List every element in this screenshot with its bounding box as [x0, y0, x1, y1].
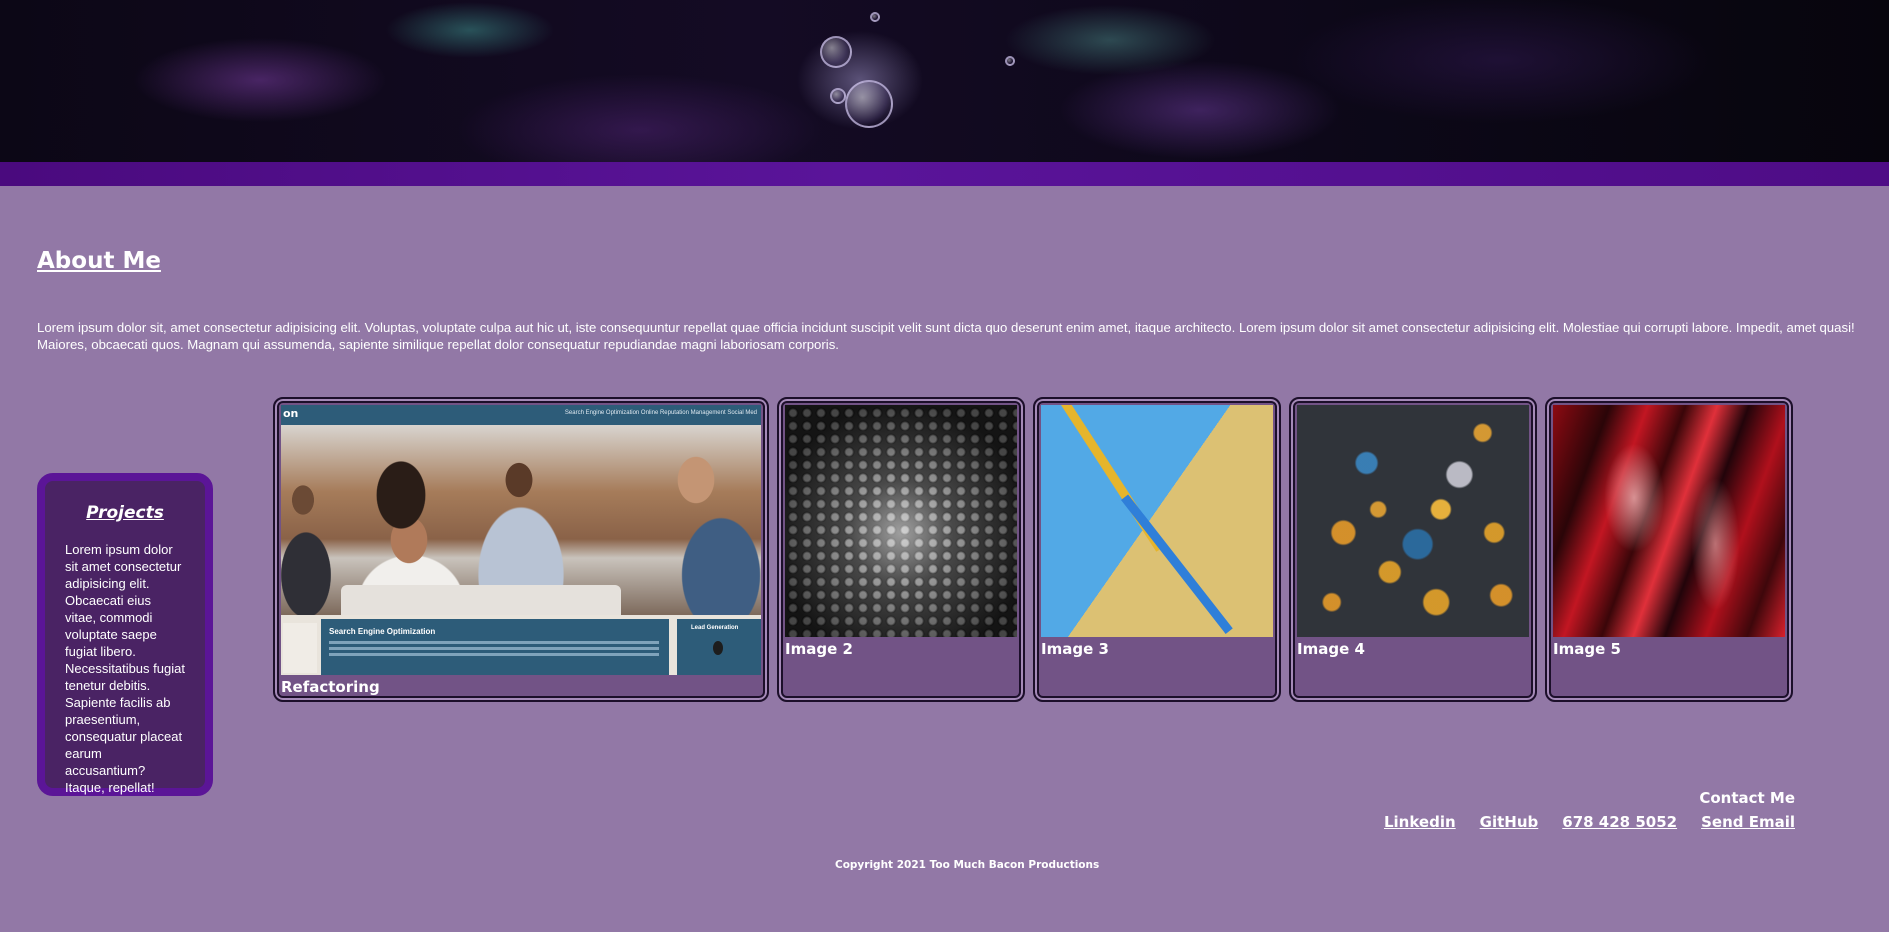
project-screenshot-image: on Search Engine Optimization Online Rep… — [281, 405, 761, 675]
contact-links: Linkedin GitHub 678 428 5052 Send Email — [1384, 813, 1795, 831]
screenshot-side-panel: Lead Generation — [677, 619, 761, 675]
contact-title: Contact Me — [1699, 789, 1795, 807]
bubble-graphic — [820, 36, 852, 68]
screenshot-table — [341, 585, 621, 615]
project-card-image-3[interactable]: Image 3 — [1033, 397, 1281, 702]
hero-banner — [0, 0, 1889, 162]
keyhole-icon — [713, 641, 723, 655]
project-card-image-5[interactable]: Image 5 — [1545, 397, 1793, 702]
pencils-image — [1041, 405, 1273, 637]
bubble-graphic — [1005, 56, 1015, 66]
card-caption: Image 5 — [1553, 640, 1621, 658]
bubble-graphic — [870, 12, 880, 22]
screenshot-nav: on Search Engine Optimization Online Rep… — [281, 405, 761, 425]
about-title: About Me — [37, 248, 161, 274]
hexagon-texture-image — [785, 405, 1017, 637]
linkedin-link[interactable]: Linkedin — [1384, 813, 1456, 831]
screenshot-team-photo — [281, 425, 761, 615]
about-text: Lorem ipsum dolor sit, amet consectetur … — [37, 320, 1855, 352]
phone-link[interactable]: 678 428 5052 — [1562, 813, 1677, 831]
projects-panel: Projects Lorem ipsum dolor sit amet cons… — [37, 473, 213, 796]
projects-text: Lorem ipsum dolor sit amet consectetur a… — [65, 542, 185, 795]
bubble-graphic — [830, 88, 846, 104]
card-caption: Refactoring — [281, 678, 380, 696]
screenshot-side-title: Lead Generation — [691, 625, 739, 631]
bokeh-lights-image — [1297, 405, 1529, 637]
project-card-refactoring[interactable]: on Search Engine Optimization Online Rep… — [273, 397, 769, 702]
project-card-image-4[interactable]: Image 4 — [1289, 397, 1537, 702]
card-caption: Image 4 — [1297, 640, 1365, 658]
screenshot-seo-panel: Search Engine Optimization — [321, 619, 669, 675]
red-marble-image — [1553, 405, 1785, 637]
bubble-graphic — [845, 80, 893, 128]
blue-pencil-graphic — [1121, 494, 1233, 634]
card-caption: Image 3 — [1041, 640, 1109, 658]
screenshot-nav-links: Search Engine Optimization Online Reputa… — [564, 410, 757, 416]
card-caption: Image 2 — [785, 640, 853, 658]
screenshot-panel-text — [329, 641, 659, 644]
screenshot-brand: on — [283, 407, 299, 420]
send-email-link[interactable]: Send Email — [1701, 813, 1795, 831]
screenshot-panel-title: Search Engine Optimization — [329, 627, 436, 636]
screenshot-thumbnail — [283, 623, 317, 673]
github-link[interactable]: GitHub — [1480, 813, 1539, 831]
projects-title: Projects — [86, 503, 164, 523]
hero-band — [0, 162, 1889, 186]
copyright-text: Copyright 2021 Too Much Bacon Production… — [835, 859, 1100, 871]
project-card-image-2[interactable]: Image 2 — [777, 397, 1025, 702]
